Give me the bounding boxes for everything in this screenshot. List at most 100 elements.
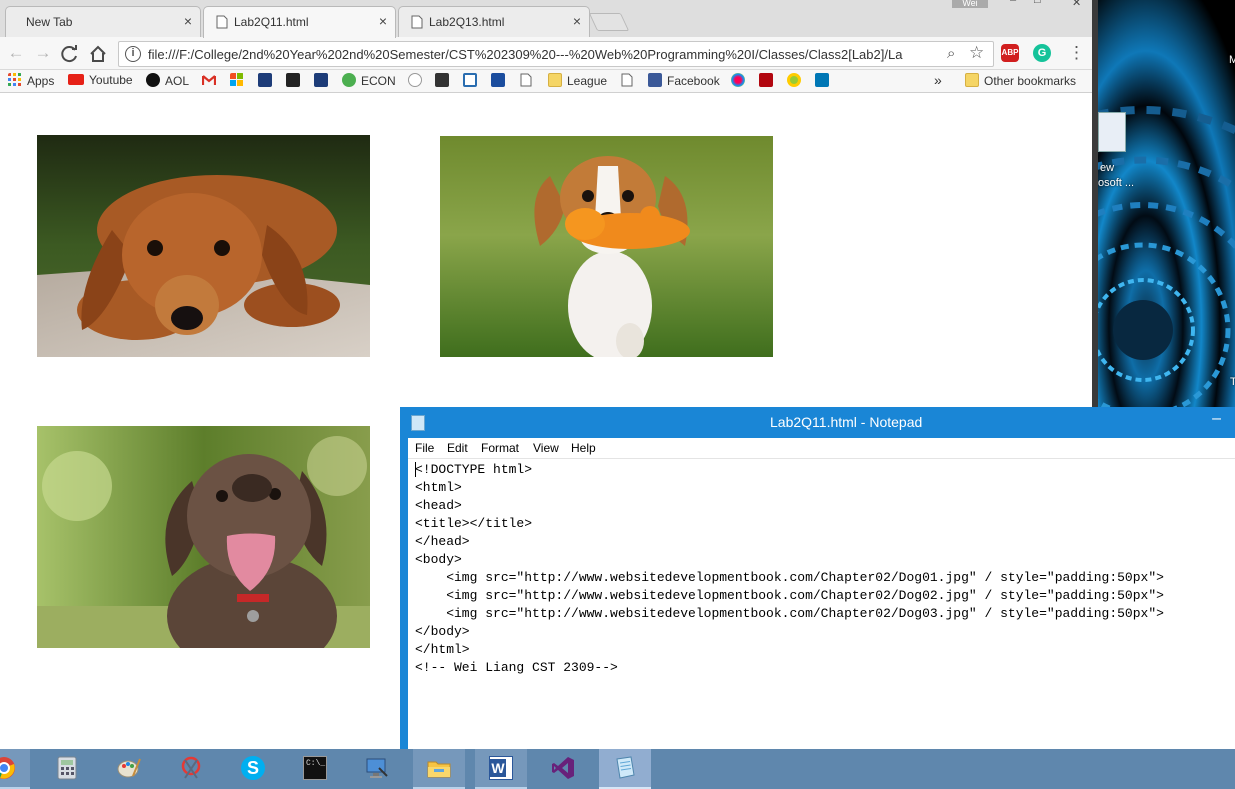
bookmark-shopping[interactable]	[435, 73, 454, 90]
desktop-icon-label: osoft ...	[1098, 177, 1135, 189]
bookmark-gmail[interactable]	[202, 73, 221, 90]
code-line: <!-- Wei Liang CST 2309-->	[415, 660, 618, 675]
bookmark-sun[interactable]	[787, 73, 806, 90]
notepad-window: Lab2Q11.html - Notepad – File Edit Forma…	[400, 407, 1235, 789]
bookmark-aol[interactable]: AOL	[146, 73, 189, 90]
bookmarks-overflow-button[interactable]: »	[934, 72, 942, 89]
back-button[interactable]: ←	[6, 43, 26, 63]
menu-help[interactable]: Help	[571, 441, 596, 455]
taskbar-command-prompt[interactable]: C:\_	[289, 749, 341, 789]
reload-icon[interactable]	[60, 44, 80, 64]
address-bar[interactable]: i file:///F:/College/2nd%20Year%202nd%20…	[118, 41, 994, 67]
adblock-label: ABP	[1001, 48, 1019, 57]
badge-icon	[463, 73, 477, 87]
profile-button[interactable]: Wei	[952, 0, 988, 8]
dog01-image	[37, 135, 370, 357]
tab-label: Lab2Q11.html	[234, 15, 309, 29]
zoom-icon[interactable]: ⌕	[947, 45, 955, 62]
bookmark-youtube[interactable]: Youtube	[68, 73, 133, 90]
bookmark-cuny-2[interactable]	[314, 73, 333, 90]
tab-lab2q13[interactable]: Lab2Q13.html ×	[398, 6, 590, 37]
code-line: <head>	[415, 498, 462, 513]
bookmark-linkedin[interactable]	[815, 73, 834, 90]
bookmark-amazon[interactable]	[408, 73, 427, 90]
tab-close-icon[interactable]: ×	[379, 13, 387, 29]
bookmark-econ[interactable]: ECON	[342, 73, 396, 90]
bookmark-page-2[interactable]	[620, 73, 639, 90]
close-window-button[interactable]: ✕	[1072, 0, 1081, 9]
taskbar-snipping-tool[interactable]	[165, 749, 217, 789]
home-icon[interactable]	[88, 44, 108, 64]
bookmark-label: Facebook	[667, 74, 720, 88]
chrome-menu-icon[interactable]: ⋮	[1068, 43, 1085, 63]
other-bookmarks[interactable]: Other bookmarks	[965, 73, 1076, 90]
document-icon[interactable]	[1098, 112, 1126, 152]
taskbar-calculator[interactable]	[41, 749, 93, 789]
tab-lab2q11[interactable]: Lab2Q11.html ×	[203, 6, 396, 38]
taskbar-paint[interactable]	[103, 749, 155, 789]
bookmark-page[interactable]	[519, 73, 538, 90]
profile-name: Wei	[962, 0, 978, 8]
microsoft-icon	[230, 73, 243, 86]
blackboard-icon	[286, 73, 300, 87]
bookmark-apps[interactable]: Apps	[8, 73, 54, 90]
menu-view[interactable]: View	[533, 441, 559, 455]
flower-icon	[731, 73, 745, 87]
taskbar-chrome[interactable]	[0, 749, 30, 789]
file-explorer-icon	[427, 761, 451, 778]
minimize-button[interactable]: –	[1010, 0, 1016, 6]
taskbar-visual-studio[interactable]	[537, 749, 589, 789]
bookmarks-bar: Apps Youtube AOL ECON League Facebook » …	[0, 70, 1098, 93]
folder-icon	[965, 73, 979, 87]
dog02-image	[440, 136, 773, 357]
notepad-title: Lab2Q11.html - Notepad	[770, 414, 923, 430]
tab-close-icon[interactable]: ×	[573, 13, 581, 29]
bookmark-star-icon[interactable]: ☆	[969, 43, 984, 63]
site-info-icon[interactable]: i	[125, 46, 141, 62]
url-text[interactable]: file:///F:/College/2nd%20Year%202nd%20Se…	[148, 47, 938, 62]
bookmark-label: Youtube	[89, 73, 133, 87]
page-icon	[411, 15, 423, 29]
bookmark-cuny[interactable]	[258, 73, 277, 90]
notepad-text-area[interactable]: <!DOCTYPE html> <html> <head> <title></t…	[408, 459, 1235, 749]
code-line: <body>	[415, 552, 462, 567]
tab-new-tab[interactable]: New Tab ×	[5, 6, 201, 37]
page-icon-2	[621, 73, 633, 87]
browser-toolbar: ← → i file:///F:/College/2nd%20Year%202n…	[0, 37, 1098, 70]
bookmark-netflix[interactable]	[759, 73, 778, 90]
adblock-plus-icon[interactable]: ABP	[1001, 44, 1019, 62]
bookmark-badge[interactable]	[463, 73, 482, 90]
bookmark-paypal[interactable]	[491, 73, 510, 90]
menu-format[interactable]: Format	[481, 441, 519, 455]
bookmark-league[interactable]: League	[548, 73, 607, 90]
bookmark-label: ECON	[361, 74, 396, 88]
maximize-button[interactable]: □	[1034, 0, 1041, 6]
notepad-minimize-button[interactable]: –	[1212, 410, 1221, 428]
new-tab-button[interactable]	[588, 13, 630, 31]
taskbar-word[interactable]: W	[475, 749, 527, 789]
taskbar-notepad[interactable]	[599, 749, 651, 789]
cuny-icon-2	[314, 73, 328, 87]
cmd-text: C:\_	[306, 759, 326, 768]
netflix-icon	[759, 73, 773, 87]
tab-close-icon[interactable]: ×	[184, 13, 192, 29]
menu-file[interactable]: File	[415, 441, 434, 455]
remote-desktop-icon	[366, 758, 388, 778]
grammarly-icon[interactable]: G	[1033, 44, 1051, 62]
bookmark-blackboard[interactable]	[286, 73, 305, 90]
grammarly-label: G	[1037, 47, 1047, 59]
menu-edit[interactable]: Edit	[447, 441, 468, 455]
notepad-titlebar[interactable]: Lab2Q11.html - Notepad –	[400, 407, 1235, 438]
amazon-icon	[408, 73, 422, 87]
bookmark-flower[interactable]	[731, 73, 750, 90]
word-letter: W	[491, 760, 505, 776]
paint-icon	[117, 758, 141, 778]
bookmark-facebook[interactable]: Facebook	[648, 73, 720, 90]
forward-button[interactable]: →	[33, 43, 53, 63]
taskbar-skype[interactable]: S	[227, 749, 279, 789]
bookmark-microsoft[interactable]	[230, 73, 249, 90]
bookmark-label: AOL	[165, 74, 190, 88]
bookmark-label: Apps	[27, 74, 55, 88]
taskbar-file-explorer[interactable]	[413, 749, 465, 789]
taskbar-remote-desktop[interactable]	[351, 749, 403, 789]
